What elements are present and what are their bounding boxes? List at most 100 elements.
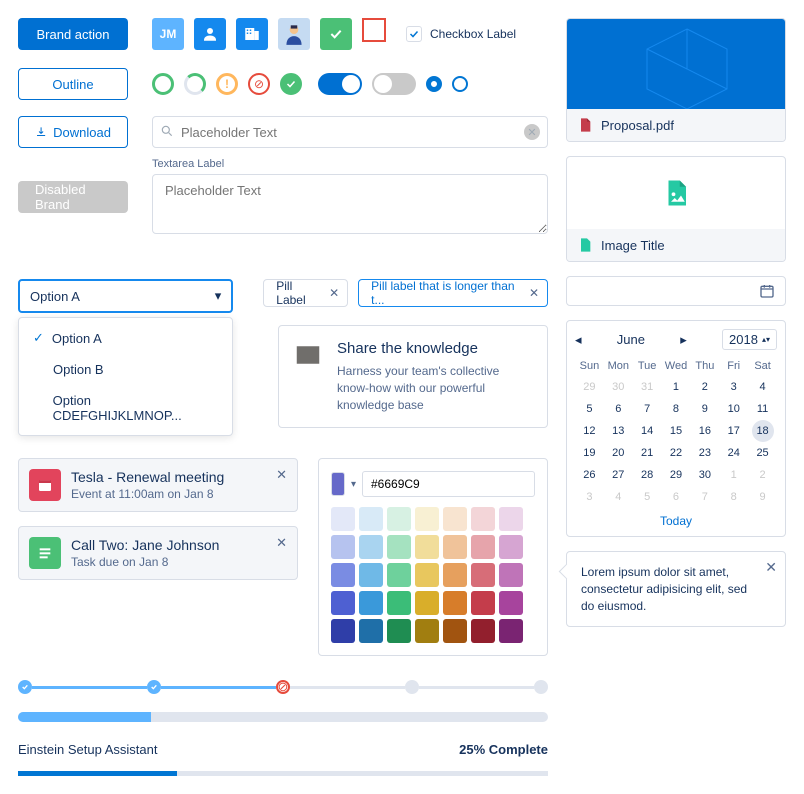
calendar-day[interactable]: 6	[604, 398, 633, 420]
color-swatch[interactable]	[331, 619, 355, 643]
calendar-day[interactable]: 6	[662, 486, 691, 508]
calendar-day[interactable]: 4	[604, 486, 633, 508]
calendar-day[interactable]: 30	[604, 376, 633, 398]
color-swatch[interactable]	[471, 563, 495, 587]
color-swatch[interactable]	[499, 619, 523, 643]
outline-button[interactable]: Outline	[18, 68, 128, 100]
color-swatch[interactable]	[331, 563, 355, 587]
calendar-day[interactable]: 24	[719, 442, 748, 464]
calendar-day[interactable]: 14	[633, 420, 662, 442]
search-input[interactable]	[152, 116, 548, 148]
color-swatch[interactable]	[471, 535, 495, 559]
combobox-option[interactable]: Option B	[19, 354, 232, 385]
calendar-day[interactable]: 22	[662, 442, 691, 464]
calendar-day[interactable]: 10	[719, 398, 748, 420]
color-swatch[interactable]	[359, 507, 383, 531]
calendar-day[interactable]: 8	[719, 486, 748, 508]
calendar-day[interactable]: 30	[690, 464, 719, 486]
color-swatch[interactable]	[443, 563, 467, 587]
task-card[interactable]: Call Two: Jane JohnsonTask due on Jan 8 …	[18, 526, 298, 580]
hex-input[interactable]	[362, 471, 535, 497]
radio-unselected[interactable]	[452, 76, 468, 92]
toggle-on[interactable]	[318, 73, 362, 95]
calendar-day[interactable]: 1	[662, 376, 691, 398]
calendar-day[interactable]: 5	[575, 398, 604, 420]
color-swatch[interactable]	[415, 619, 439, 643]
color-swatch[interactable]	[499, 507, 523, 531]
calendar-day[interactable]: 8	[662, 398, 691, 420]
calendar-day[interactable]: 26	[575, 464, 604, 486]
calendar-day[interactable]: 19	[575, 442, 604, 464]
calendar-day[interactable]: 4	[748, 376, 777, 398]
color-swatch[interactable]	[331, 535, 355, 559]
event-card[interactable]: Tesla - Renewal meetingEvent at 11:00am …	[18, 458, 298, 512]
color-swatch[interactable]	[443, 535, 467, 559]
brand-action-button[interactable]: Brand action	[18, 18, 128, 50]
calendar-day[interactable]: 5	[633, 486, 662, 508]
color-swatch[interactable]	[359, 563, 383, 587]
color-swatch[interactable]	[415, 535, 439, 559]
combobox-trigger[interactable]: Option A ▾	[18, 279, 233, 313]
combobox-option[interactable]: Option CDEFGHIJKLMNOP...	[19, 385, 232, 431]
calendar-day[interactable]: 29	[662, 464, 691, 486]
prev-month-button[interactable]: ◂	[575, 332, 582, 348]
pill-short[interactable]: Pill Label✕	[263, 279, 348, 307]
close-icon[interactable]: ✕	[276, 467, 287, 483]
calendar-day[interactable]: 31	[633, 376, 662, 398]
calendar-day[interactable]: 13	[604, 420, 633, 442]
color-swatch[interactable]	[443, 507, 467, 531]
color-swatch[interactable]	[415, 563, 439, 587]
calendar-day[interactable]: 20	[604, 442, 633, 464]
color-swatch[interactable]	[359, 591, 383, 615]
calendar-day[interactable]: 23	[690, 442, 719, 464]
color-swatch[interactable]	[387, 591, 411, 615]
color-swatch[interactable]	[359, 535, 383, 559]
color-swatch[interactable]	[443, 619, 467, 643]
color-swatch[interactable]	[499, 535, 523, 559]
calendar-day[interactable]: 18	[752, 420, 774, 442]
calendar-day[interactable]: 3	[719, 376, 748, 398]
toggle-off[interactable]	[372, 73, 416, 95]
year-stepper[interactable]: 2018 ▴▾	[722, 329, 777, 350]
color-swatch[interactable]	[499, 591, 523, 615]
color-swatch[interactable]	[415, 591, 439, 615]
download-button[interactable]: Download	[18, 116, 128, 148]
calendar-day[interactable]: 3	[575, 486, 604, 508]
color-swatch[interactable]	[387, 563, 411, 587]
calendar-day[interactable]: 9	[690, 398, 719, 420]
calendar-day[interactable]: 16	[690, 420, 719, 442]
media-card-image[interactable]: Image Title	[566, 156, 786, 262]
color-swatch[interactable]	[471, 507, 495, 531]
calendar-day[interactable]: 7	[633, 398, 662, 420]
calendar-day[interactable]: 2	[748, 464, 777, 486]
calendar-day[interactable]: 21	[633, 442, 662, 464]
clear-icon[interactable]: ✕	[524, 124, 540, 140]
calendar-day[interactable]: 12	[575, 420, 604, 442]
color-swatch[interactable]	[471, 619, 495, 643]
calendar-day[interactable]: 9	[748, 486, 777, 508]
color-swatch[interactable]	[415, 507, 439, 531]
close-icon[interactable]: ✕	[765, 558, 777, 578]
checkbox[interactable]	[406, 26, 422, 42]
calendar-day[interactable]: 27	[604, 464, 633, 486]
close-icon[interactable]: ✕	[529, 286, 539, 300]
color-swatch[interactable]	[471, 591, 495, 615]
color-swatch[interactable]	[331, 507, 355, 531]
calendar-day[interactable]: 17	[719, 420, 748, 442]
calendar-day[interactable]: 11	[748, 398, 777, 420]
media-card-pdf[interactable]: Proposal.pdf	[566, 18, 786, 142]
color-swatch[interactable]	[331, 591, 355, 615]
combobox-option[interactable]: ✓Option A	[19, 322, 232, 354]
chevron-down-icon[interactable]: ▾	[351, 479, 356, 490]
today-link[interactable]: Today	[575, 508, 777, 528]
color-swatch[interactable]	[359, 619, 383, 643]
color-swatch[interactable]	[443, 591, 467, 615]
calendar-day[interactable]: 2	[690, 376, 719, 398]
radio-selected[interactable]	[426, 76, 442, 92]
calendar-day[interactable]: 29	[575, 376, 604, 398]
calendar-day[interactable]: 25	[748, 442, 777, 464]
next-month-button[interactable]: ▸	[680, 332, 687, 348]
calendar-day[interactable]: 15	[662, 420, 691, 442]
date-input[interactable]	[566, 276, 786, 306]
calendar-day[interactable]: 1	[719, 464, 748, 486]
